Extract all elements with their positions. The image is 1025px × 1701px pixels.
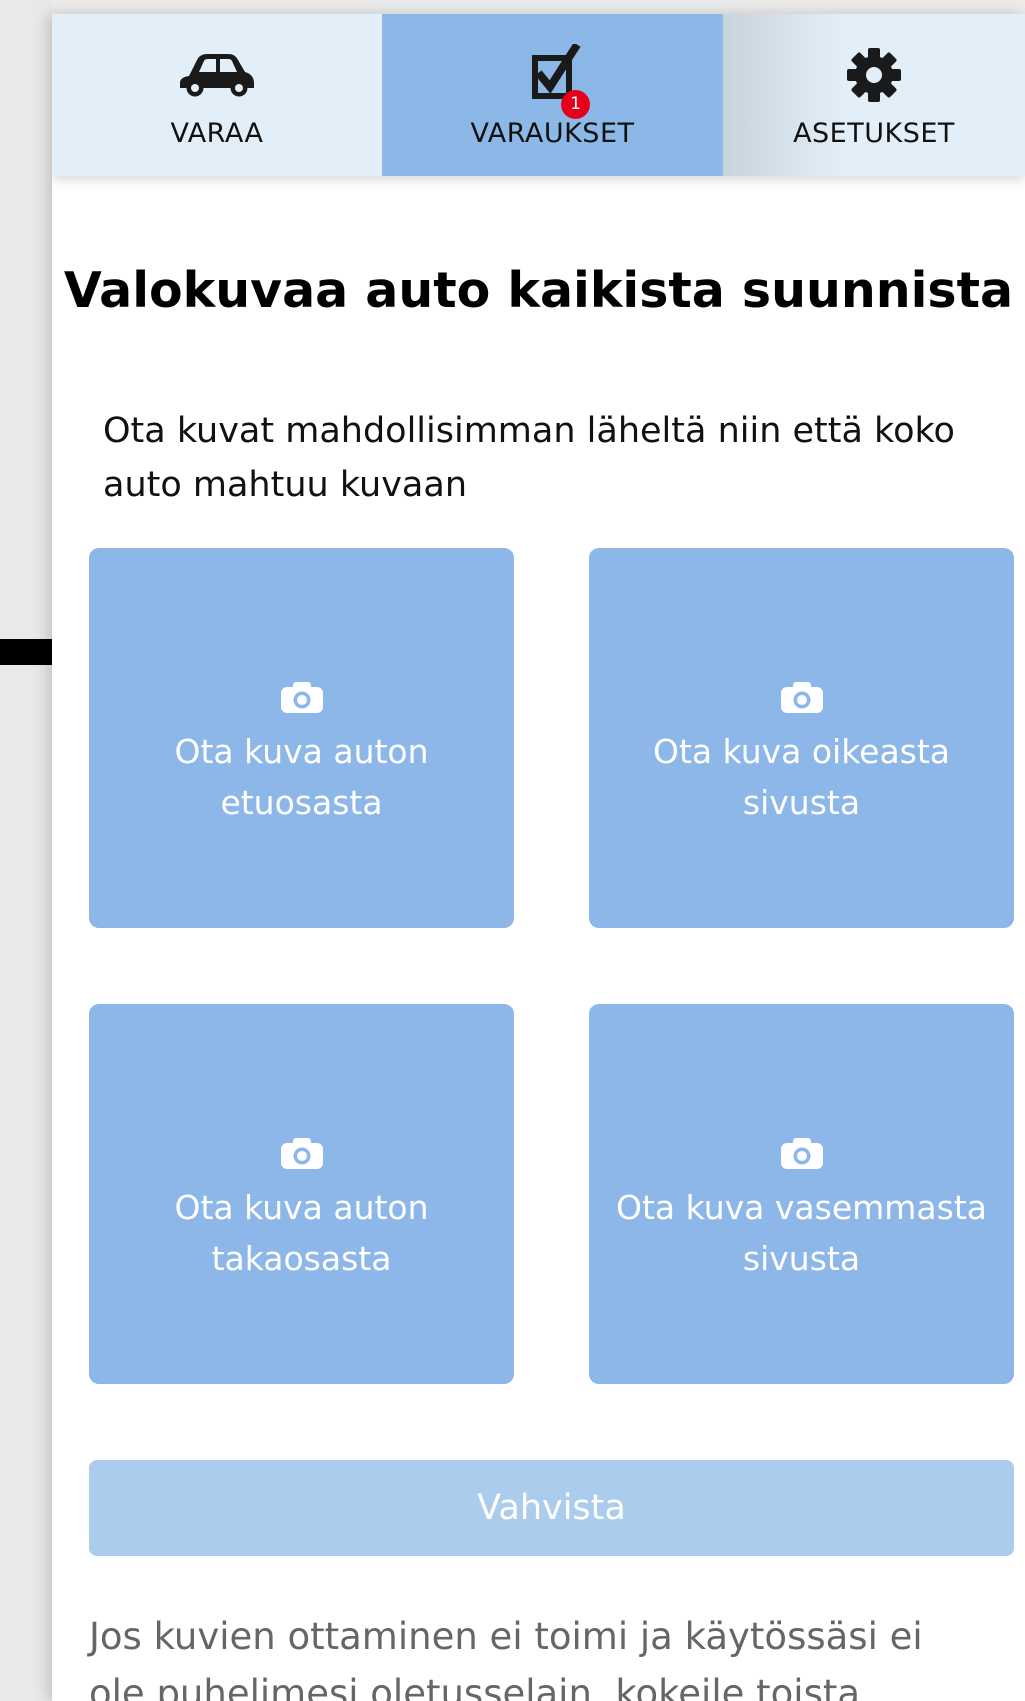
camera-icon [780, 682, 823, 713]
tab-bar: VARAA 1 VARAUKSET ASETUKSET [52, 14, 1025, 176]
photo-left-side-button[interactable]: Ota kuva vasemmasta sivusta [589, 1004, 1014, 1384]
camera-icon [280, 682, 323, 713]
page-title: Valokuvaa auto kaikista suunnista [63, 261, 1014, 319]
gear-icon [847, 48, 901, 102]
confirm-button[interactable]: Vahvista [89, 1460, 1014, 1556]
notification-badge: 1 [561, 90, 590, 119]
photo-button-label: Ota kuva auton etuosasta [174, 732, 429, 822]
side-edge [0, 0, 52, 1701]
instructions-text: Ota kuvat mahdollisimman läheltä niin et… [103, 411, 955, 505]
photo-button-label: Ota kuva vasemmasta sivusta [616, 1188, 987, 1278]
camera-icon [280, 1138, 323, 1169]
photo-rear-button[interactable]: Ota kuva auton takaosasta [89, 1004, 514, 1384]
photo-button-label: Ota kuva oikeasta sivusta [652, 732, 951, 822]
tab-varaukset[interactable]: 1 VARAUKSET [382, 14, 723, 176]
tab-asetukset[interactable]: ASETUKSET [723, 14, 1025, 176]
browser-help-text: Jos kuvien ottaminen ei toimi ja käytöss… [89, 1615, 923, 1701]
camera-icon [780, 1138, 823, 1169]
photo-right-side-button[interactable]: Ota kuva oikeasta sivusta [589, 548, 1014, 928]
tab-label: VARAA [170, 118, 264, 149]
car-icon [180, 54, 254, 97]
photo-button-label: Ota kuva auton takaosasta [174, 1188, 429, 1278]
photo-front-button[interactable]: Ota kuva auton etuosasta [89, 548, 514, 928]
tab-varaa[interactable]: VARAA [52, 14, 382, 176]
app-panel: VARAA 1 VARAUKSET ASETUKSET Valokuvaa au… [52, 14, 1025, 1701]
tab-label: ASETUKSET [793, 118, 955, 149]
tab-label: VARAUKSET [470, 118, 635, 149]
side-marker [0, 639, 52, 665]
